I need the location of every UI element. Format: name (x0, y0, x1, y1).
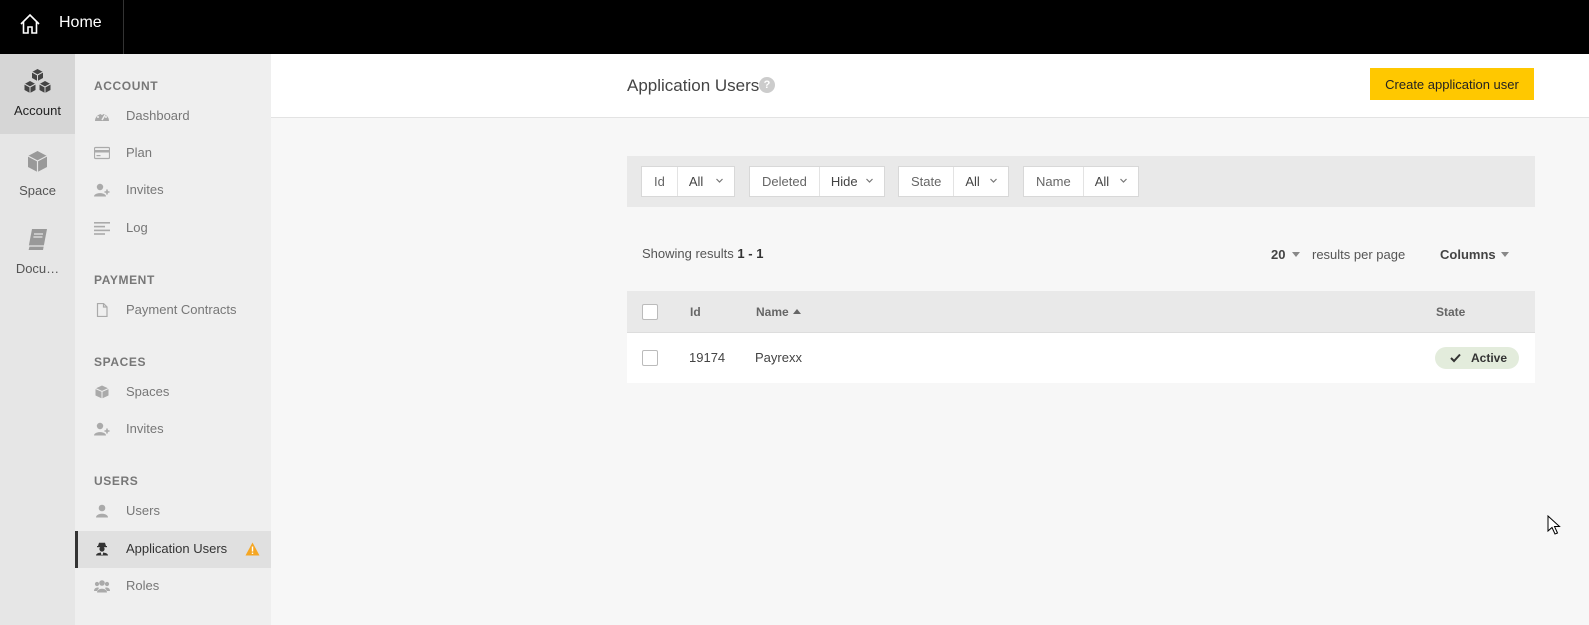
chevron-down-icon (990, 178, 997, 183)
cube-icon (27, 151, 48, 172)
filter-deleted[interactable]: Deleted Hide (749, 166, 885, 197)
cell-id: 19174 (689, 350, 726, 365)
chevron-down-icon (866, 178, 873, 183)
section-title-spaces: SPACES (94, 355, 147, 369)
rail-item-account[interactable]: Account (0, 54, 75, 134)
cubes-icon (24, 69, 51, 93)
sidebar-item-label: Application Users (126, 541, 228, 556)
sidebar-item-label: Users (126, 503, 160, 518)
chevron-down-icon (1120, 178, 1127, 183)
sidebar-item-spaces[interactable]: Spaces (75, 374, 271, 411)
table-row[interactable]: 19174 Payrexx Active (627, 333, 1535, 383)
sidebar-item-label: Spaces (126, 384, 170, 399)
home-icon (20, 13, 40, 34)
sidebar-item-dashboard[interactable]: Dashboard (75, 98, 271, 135)
check-icon (1450, 353, 1461, 363)
filter-value: Hide (830, 174, 858, 189)
filter-value: All (688, 174, 704, 189)
filter-bar: Id All Deleted Hide State All Name All (627, 156, 1535, 207)
results-prefix: Showing results (642, 246, 734, 261)
filter-label: State (899, 167, 955, 196)
columns-button[interactable]: Columns (1440, 247, 1496, 262)
section-title-payment: PAYMENT (94, 273, 155, 287)
mouse-cursor-icon (1547, 515, 1561, 535)
user-plus-icon (94, 183, 110, 197)
cell-name[interactable]: Payrexx (755, 350, 802, 365)
sidebar-item-label: Payment Contracts (126, 302, 237, 317)
sidebar-item-label: Dashboard (126, 108, 190, 123)
sidebar-item-application-users[interactable]: Application Users (75, 531, 271, 568)
per-page-label: results per page (1312, 247, 1406, 262)
rail-label: Account (14, 103, 61, 118)
sidebar-item-payment-contracts[interactable]: Payment Contracts (75, 292, 271, 329)
caret-down-icon (1292, 252, 1300, 257)
user-icon (96, 504, 108, 518)
app-rail: Account Space Docu… (0, 54, 75, 625)
results-range: 1 - 1 (737, 246, 764, 261)
status-text: Active (1471, 351, 1508, 365)
section-title-users: USERS (94, 474, 139, 488)
sidebar-item-plan[interactable]: Plan (75, 135, 271, 172)
filter-state[interactable]: State All (898, 166, 1009, 197)
book-icon (27, 229, 47, 251)
list-icon (94, 222, 110, 235)
filter-label: Name (1024, 167, 1084, 196)
cube-icon (95, 385, 109, 399)
page-header: Application Users ? Create application u… (271, 54, 1589, 118)
page-title: Application Users (627, 76, 760, 95)
results-summary: Showing results 1 - 1 (642, 246, 763, 261)
sidebar-item-label: Plan (126, 145, 153, 160)
warning-icon (245, 542, 260, 556)
section-title-account: ACCOUNT (94, 79, 159, 93)
filter-name[interactable]: Name All (1023, 166, 1139, 197)
create-application-user-button[interactable]: Create application user (1370, 68, 1534, 100)
rail-item-documents[interactable]: Docu… (0, 212, 75, 292)
agent-icon (96, 542, 108, 556)
sidebar-item-users[interactable]: Users (75, 493, 271, 530)
document-icon (96, 303, 108, 317)
users-icon (94, 580, 110, 593)
top-bar: Home (0, 0, 1589, 54)
column-header-state[interactable]: State (1436, 305, 1465, 319)
sidebar-item-invites[interactable]: Invites (75, 172, 271, 209)
filter-label: Deleted (750, 167, 820, 196)
sort-ascending-icon (793, 309, 801, 314)
chevron-down-icon (716, 178, 723, 183)
filter-label: Id (642, 167, 678, 196)
home-label: Home (59, 14, 102, 31)
dashboard-icon (95, 113, 109, 121)
column-header-name[interactable]: Name (756, 305, 789, 319)
help-icon[interactable]: ? (759, 77, 775, 93)
filter-id[interactable]: Id All (641, 166, 735, 197)
row-checkbox[interactable] (642, 350, 658, 366)
rail-label: Space (19, 183, 56, 198)
filter-value: All (965, 174, 980, 189)
sidebar-item-label: Invites (126, 182, 164, 197)
sidebar-item-label: Log (126, 220, 148, 235)
sidebar-item-label: Invites (126, 421, 164, 436)
filter-value: All (1094, 174, 1110, 189)
sidebar-item-label: Roles (126, 578, 160, 593)
credit-card-icon (94, 146, 110, 160)
per-page-select[interactable]: 20 (1271, 247, 1285, 262)
status-badge: Active (1435, 347, 1519, 369)
column-header-id[interactable]: Id (690, 305, 701, 319)
sidebar-item-log[interactable]: Log (75, 210, 271, 247)
sidebar: ACCOUNT Dashboard Plan Invites Log PAYME… (75, 54, 271, 625)
users-table: Id Name State 19174 Payrexx Active (627, 291, 1535, 383)
user-plus-icon (94, 422, 110, 436)
sidebar-item-space-invites[interactable]: Invites (75, 411, 271, 448)
sidebar-item-roles[interactable]: Roles (75, 568, 271, 605)
rail-label: Docu… (15, 261, 60, 276)
caret-down-icon (1501, 252, 1509, 257)
home-button[interactable]: Home (0, 0, 124, 54)
select-all-checkbox[interactable] (642, 304, 658, 320)
rail-item-space[interactable]: Space (0, 134, 75, 214)
table-header: Id Name State (627, 291, 1535, 333)
